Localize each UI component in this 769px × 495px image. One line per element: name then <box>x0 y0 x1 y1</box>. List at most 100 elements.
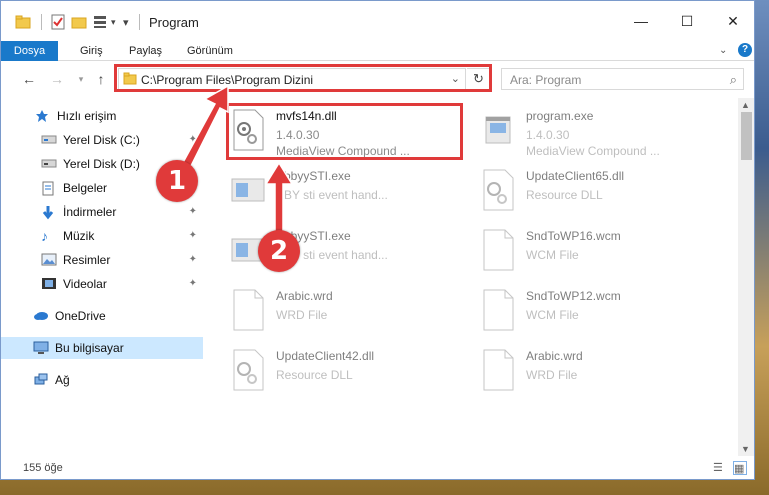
item-count: 155 öğe <box>23 462 63 474</box>
video-icon <box>41 277 57 291</box>
up-button[interactable]: ↑ <box>91 70 111 88</box>
search-placeholder: Ara: Program <box>510 73 582 87</box>
sidebar-item-downloads[interactable]: İndirmeler ✦ <box>1 201 203 223</box>
file-description: MediaView Compound ... <box>526 144 660 158</box>
folder-icon <box>15 13 31 31</box>
back-button[interactable]: ← <box>19 70 39 88</box>
sidebar-item-network[interactable]: Ağ <box>1 369 203 391</box>
search-box[interactable]: Ara: Program ⌕ <box>501 68 744 90</box>
sidebar-item-label: Bu bilgisayar <box>55 341 124 355</box>
close-button[interactable]: ✕ <box>710 1 754 41</box>
new-folder-icon[interactable] <box>71 13 87 31</box>
tab-dosya[interactable]: Dosya <box>1 41 58 61</box>
file-version: 1.4.0.30 <box>526 128 570 142</box>
exe-file-icon <box>485 116 511 144</box>
sidebar-item-music[interactable]: ♪ Müzik ✦ <box>1 225 203 247</box>
generic-file-icon <box>483 349 514 391</box>
sidebar-item-label: Resimler <box>63 253 111 267</box>
sidebar-item-label: OneDrive <box>55 309 106 323</box>
ribbon-tabs: Dosya Giriş Paylaş Görünüm ⌄ ? <box>1 41 754 61</box>
tiles-view-icon[interactable]: ▦ <box>733 461 747 475</box>
sidebar-item-local-disk-c[interactable]: Yerel Disk (C:) ✦ <box>1 129 203 151</box>
file-item-sndtowp12-wcm[interactable]: SndToWP12.wcm WCM File <box>458 283 698 337</box>
generic-file-icon <box>233 289 264 331</box>
pin-icon[interactable]: ✦ <box>189 134 197 145</box>
file-item-sndtowp16-wcm[interactable]: SndToWP16.wcm WCM File <box>458 223 698 277</box>
sidebar-item-quick-access[interactable]: Hızlı erişim <box>1 105 203 127</box>
file-type: Resource DLL <box>276 368 353 382</box>
file-type: Resource DLL <box>526 188 603 202</box>
file-name: program.exe <box>526 109 594 123</box>
ribbon-expand-icon[interactable]: ⌄ <box>719 41 727 61</box>
dll-file-icon <box>233 349 264 391</box>
sidebar-item-label: İndirmeler <box>63 205 117 219</box>
file-name: SndToWP16.wcm <box>526 229 621 243</box>
pin-icon[interactable]: ✦ <box>189 206 197 217</box>
file-name: Arabic.wrd <box>526 349 583 363</box>
file-item-updateclient65-dll[interactable]: UpdateClient65.dll Resource DLL <box>458 163 698 217</box>
tab-giris[interactable]: Giriş <box>80 41 103 61</box>
file-name: SndToWP12.wcm <box>526 289 621 303</box>
qa-customize-icon[interactable]: ▾ <box>123 13 129 31</box>
dll-file-icon <box>483 169 514 211</box>
file-highlight <box>226 103 463 160</box>
search-icon[interactable]: ⌕ <box>730 72 737 88</box>
sidebar-item-label: Müzik <box>63 229 95 243</box>
sidebar-item-label: Belgeler <box>63 181 108 195</box>
view-menu-icon[interactable] <box>93 13 107 31</box>
maximize-button[interactable]: ☐ <box>664 1 710 41</box>
file-name: UpdateClient42.dll <box>276 349 375 363</box>
file-description: BBY sti event hand... <box>276 188 388 202</box>
details-view-icon[interactable]: ☰ <box>713 461 727 475</box>
properties-icon[interactable] <box>51 13 65 31</box>
drive-icon <box>41 157 57 171</box>
sidebar-item-this-pc[interactable]: Bu bilgisayar <box>1 337 203 359</box>
sidebar-item-onedrive[interactable]: OneDrive <box>1 305 203 327</box>
pin-icon[interactable]: ✦ <box>189 278 197 289</box>
qa-dropdown-icon[interactable]: ▾ <box>111 13 116 31</box>
title-bar: ▾ ▾ Program — ☐ ✕ <box>1 1 754 41</box>
minimize-button[interactable]: — <box>618 1 664 41</box>
sidebar-item-label: Yerel Disk (D:) <box>63 157 140 171</box>
file-type: WRD File <box>526 368 578 382</box>
document-icon <box>41 181 57 196</box>
file-type: WCM File <box>526 248 579 262</box>
file-item-abbyysti-exe-2[interactable]: AbbyySTI.exe BBY sti event hand... <box>208 223 448 277</box>
file-name: AbbyySTI.exe <box>276 169 351 183</box>
sidebar-item-pictures[interactable]: Resimler ✦ <box>1 249 203 271</box>
file-item-abbyysti-exe[interactable]: AbbyySTI.exe BBY sti event hand... <box>208 163 448 217</box>
exe-file-icon <box>231 178 265 202</box>
tab-paylas[interactable]: Paylaş <box>129 41 162 61</box>
file-name: Arabic.wrd <box>276 289 333 303</box>
scroll-thumb[interactable] <box>741 112 752 160</box>
file-item-arabic-wrd-2[interactable]: Arabic.wrd WRD File <box>458 343 698 397</box>
forward-button[interactable]: → <box>47 70 67 88</box>
pictures-icon <box>41 253 57 267</box>
file-type: WCM File <box>526 308 579 322</box>
generic-file-icon <box>483 289 514 331</box>
file-item-arabic-wrd[interactable]: Arabic.wrd WRD File <box>208 283 448 337</box>
generic-file-icon <box>483 229 514 271</box>
file-type: WRD File <box>276 308 328 322</box>
help-icon[interactable]: ? <box>738 43 752 57</box>
network-icon <box>33 373 49 387</box>
sidebar-item-label: Ağ <box>55 373 70 387</box>
address-bar-highlight <box>114 64 492 92</box>
step-badge-1: 1 <box>156 160 198 202</box>
file-item-updateclient42-dll[interactable]: UpdateClient42.dll Resource DLL <box>208 343 448 397</box>
tab-gorunum[interactable]: Görünüm <box>187 41 233 61</box>
recent-dropdown-icon[interactable]: ▾ <box>71 70 91 88</box>
scroll-up-icon[interactable]: ▲ <box>741 100 750 110</box>
window-title: Program <box>149 15 199 30</box>
computer-icon <box>33 341 49 355</box>
scroll-down-icon[interactable]: ▼ <box>741 444 750 454</box>
vertical-scrollbar[interactable]: ▲ ▼ <box>738 98 754 456</box>
pin-icon[interactable]: ✦ <box>189 230 197 241</box>
status-bar: 155 öğe ☰ ▦ <box>1 456 754 479</box>
pin-icon[interactable]: ✦ <box>189 254 197 265</box>
file-name: UpdateClient65.dll <box>526 169 625 183</box>
file-item-program-exe[interactable]: program.exe 1.4.0.30 MediaView Compound … <box>458 103 698 158</box>
sidebar-item-videos[interactable]: Videolar ✦ <box>1 273 203 295</box>
sidebar-item-label: Hızlı erişim <box>57 109 117 123</box>
drive-icon <box>41 133 57 147</box>
